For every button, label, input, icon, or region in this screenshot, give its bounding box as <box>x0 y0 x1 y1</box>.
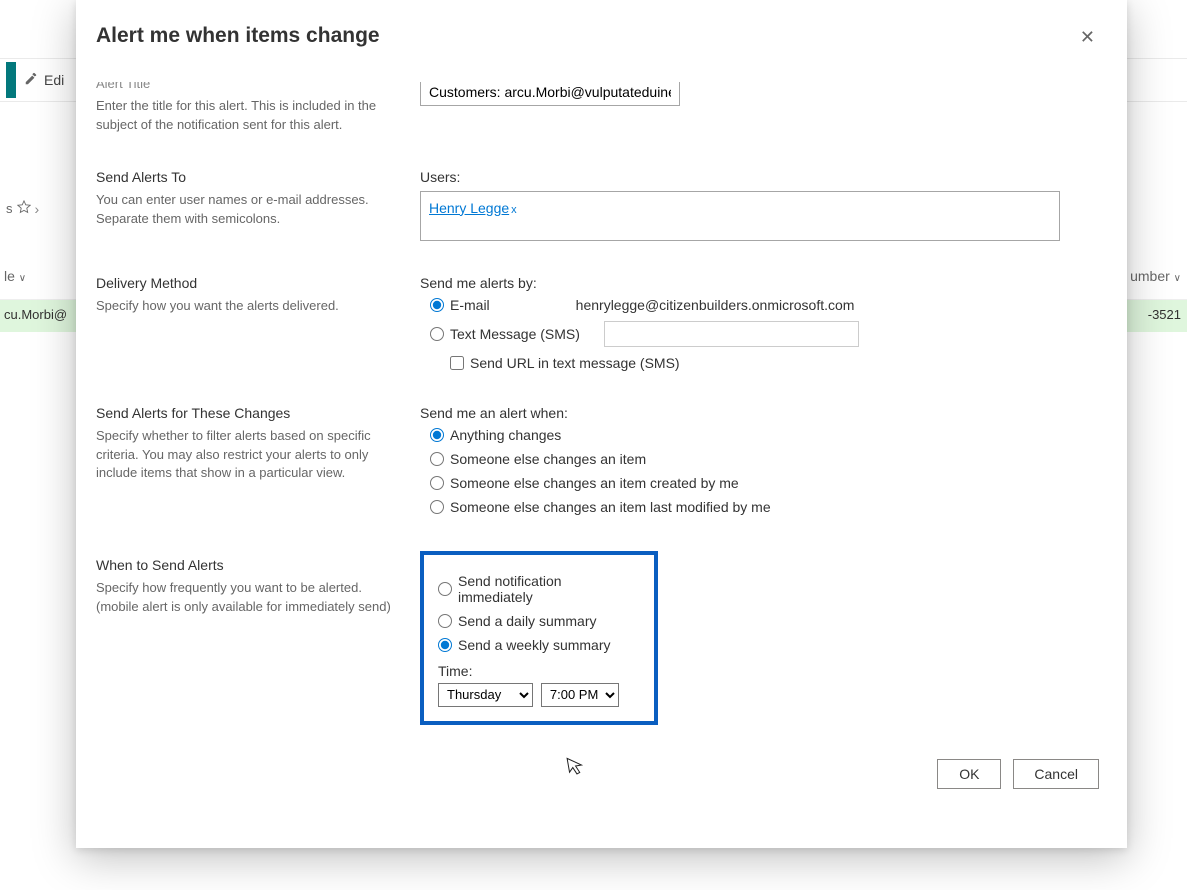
bg-row-number-fragment: -3521 <box>1148 307 1181 322</box>
time-row: Time: Thursday 7:00 PM <box>438 663 640 707</box>
user-chip-remove[interactable]: x <box>511 204 517 216</box>
when-label-immediately: Send notification immediately <box>458 573 640 605</box>
time-label: Time: <box>438 663 640 679</box>
bg-col-right[interactable]: umber ∨ <box>1130 268 1181 284</box>
bg-letter-s: s <box>6 201 13 216</box>
bg-breadcrumb: s › <box>0 200 39 217</box>
when-radio-weekly[interactable] <box>438 638 452 652</box>
bg-row-email-fragment: cu.Morbi@ <box>4 307 67 322</box>
edit-command[interactable]: Edi <box>24 72 64 89</box>
dialog-title: Alert me when items change <box>96 24 380 48</box>
alert-title-heading: Alert Title <box>96 82 396 91</box>
changes-field-label: Send me an alert when: <box>420 405 1099 421</box>
delivery-option-email-row: E-mail henrylegge@citizenbuilders.onmicr… <box>420 297 1099 313</box>
dialog-footer: OK Cancel <box>96 759 1099 805</box>
changes-radio-anything[interactable] <box>430 428 444 442</box>
section-changes: Send Alerts for These Changes Specify wh… <box>96 405 1099 523</box>
dialog-header: Alert me when items change ✕ <box>76 0 1127 64</box>
send-url-row: Send URL in text message (SMS) <box>450 355 1099 371</box>
time-hour-select[interactable]: 7:00 PM <box>541 683 619 707</box>
section-send-to: Send Alerts To You can enter user names … <box>96 169 1099 241</box>
changes-radio-someone-else[interactable] <box>430 452 444 466</box>
chevron-right-icon: › <box>35 201 40 217</box>
changes-radio-created-by-me[interactable] <box>430 476 444 490</box>
changes-label-someone-else: Someone else changes an item <box>450 451 646 467</box>
changes-label-created-by-me: Someone else changes an item created by … <box>450 475 739 491</box>
changes-radio-modified-by-me[interactable] <box>430 500 444 514</box>
star-icon[interactable] <box>17 200 31 217</box>
delivery-field-label: Send me alerts by: <box>420 275 1099 291</box>
when-label-weekly: Send a weekly summary <box>458 637 611 653</box>
send-url-label: Send URL in text message (SMS) <box>470 355 680 371</box>
send-url-checkbox[interactable] <box>450 356 464 370</box>
changes-label-modified-by-me: Someone else changes an item last modifi… <box>450 499 771 515</box>
alert-title-description: Enter the title for this alert. This is … <box>96 97 396 135</box>
ok-button[interactable]: OK <box>937 759 1001 789</box>
when-radio-immediately[interactable] <box>438 582 452 596</box>
when-description: Specify how frequently you want to be al… <box>96 579 396 617</box>
users-field-label: Users: <box>420 169 1099 185</box>
alert-title-input[interactable] <box>420 82 680 106</box>
dialog-body: Alert Title Enter the title for this ale… <box>96 82 1111 838</box>
time-day-select[interactable]: Thursday <box>438 683 533 707</box>
delivery-description: Specify how you want the alerts delivere… <box>96 297 396 316</box>
delivery-email-label: E-mail <box>450 297 490 313</box>
users-people-picker[interactable]: Henry Leggex <box>420 191 1060 241</box>
changes-label-anything: Anything changes <box>450 427 561 443</box>
alert-settings-dialog: Alert me when items change ✕ Alert Title… <box>76 0 1127 848</box>
close-icon[interactable]: ✕ <box>1076 24 1099 50</box>
when-radio-daily[interactable] <box>438 614 452 628</box>
when-highlight-box: Send notification immediately Send a dai… <box>420 551 658 725</box>
section-when: When to Send Alerts Specify how frequent… <box>96 557 1099 725</box>
edit-label: Edi <box>44 72 64 88</box>
bg-accent-bar <box>6 62 16 98</box>
send-to-heading: Send Alerts To <box>96 169 396 185</box>
section-delivery: Delivery Method Specify how you want the… <box>96 275 1099 371</box>
when-heading: When to Send Alerts <box>96 557 396 573</box>
changes-description: Specify whether to filter alerts based o… <box>96 427 396 484</box>
when-label-daily: Send a daily summary <box>458 613 597 629</box>
delivery-heading: Delivery Method <box>96 275 396 291</box>
changes-heading: Send Alerts for These Changes <box>96 405 396 421</box>
section-alert-title: Alert Title Enter the title for this ale… <box>96 82 1099 135</box>
user-chip-henry-legge[interactable]: Henry Legge <box>429 200 509 216</box>
delivery-sms-label: Text Message (SMS) <box>450 326 580 342</box>
pencil-icon <box>24 72 38 89</box>
delivery-radio-email[interactable] <box>430 298 444 312</box>
send-to-description: You can enter user names or e-mail addre… <box>96 191 396 229</box>
bg-col-left[interactable]: le ∨ <box>4 268 26 284</box>
delivery-email-address: henrylegge@citizenbuilders.onmicrosoft.c… <box>576 297 855 313</box>
sms-number-input[interactable] <box>604 321 859 347</box>
delivery-radio-sms[interactable] <box>430 327 444 341</box>
cancel-button[interactable]: Cancel <box>1013 759 1099 789</box>
delivery-option-sms-row: Text Message (SMS) <box>420 321 1099 347</box>
